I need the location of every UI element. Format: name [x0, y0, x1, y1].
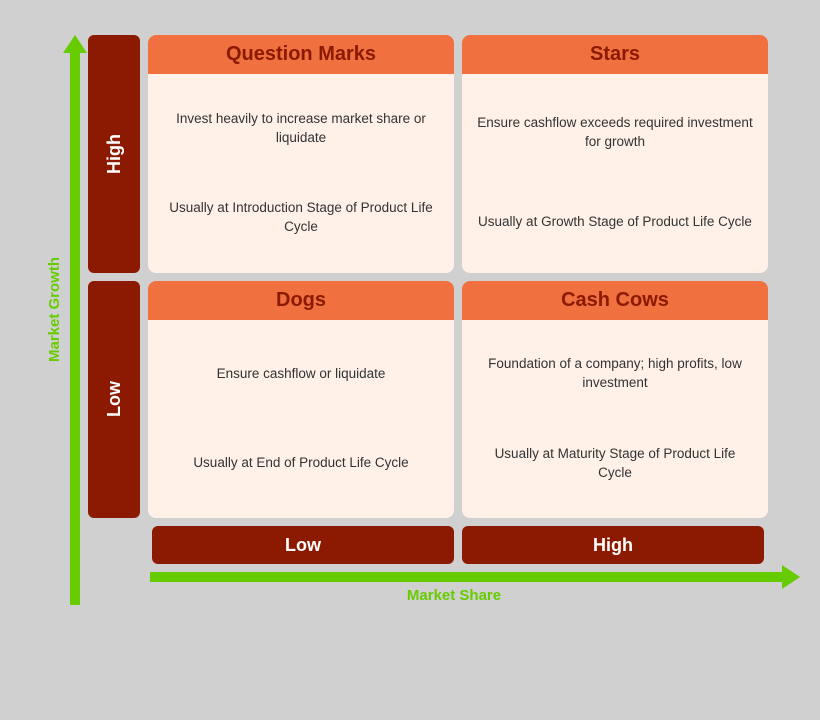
bottom-labels: Low High	[88, 526, 768, 564]
y-axis-arrow	[66, 35, 84, 610]
stars-body: Ensure cashflow exceeds required investm…	[462, 74, 768, 273]
rows-container: High Question Marks Invest heavily to in…	[88, 35, 768, 526]
stars-header: Stars	[462, 35, 768, 74]
question-marks-title: Question Marks	[226, 43, 376, 65]
high-share-label: High	[462, 526, 764, 564]
low-share-text: Low	[285, 535, 321, 556]
high-row: High Question Marks Invest heavily to in…	[88, 35, 768, 281]
dogs-title: Dogs	[276, 289, 326, 311]
dogs-line1: Ensure cashflow or liquidate	[162, 365, 440, 384]
x-axis-label-container: Market Share	[88, 587, 768, 605]
grid-area: High Question Marks Invest heavily to in…	[88, 35, 768, 605]
stars-line1: Ensure cashflow exceeds required investm…	[476, 114, 754, 152]
stars-title: Stars	[590, 43, 640, 65]
question-marks-line1: Invest heavily to increase market share …	[162, 110, 440, 148]
dogs-line2: Usually at End of Product Life Cycle	[162, 454, 440, 473]
cash-cows-body: Foundation of a company; high profits, l…	[462, 320, 768, 519]
high-cells: Question Marks Invest heavily to increas…	[148, 35, 768, 281]
y-axis-text: Market Growth	[46, 257, 63, 362]
stars-cell: Stars Ensure cashflow exceeds required i…	[462, 35, 768, 273]
x-axis-label: Market Share	[407, 587, 501, 604]
low-share-label: Low	[152, 526, 454, 564]
low-row-label: Low	[88, 281, 140, 519]
x-axis-arrow	[150, 568, 800, 586]
cash-cows-line2: Usually at Maturity Stage of Product Lif…	[476, 445, 754, 483]
question-marks-body: Invest heavily to increase market share …	[148, 74, 454, 273]
stars-line2: Usually at Growth Stage of Product Life …	[476, 213, 754, 232]
bcg-matrix: Market Growth High Question Marks	[40, 25, 780, 695]
dogs-header: Dogs	[148, 281, 454, 320]
dogs-cell: Dogs Ensure cashflow or liquidate Usuall…	[148, 281, 454, 519]
question-marks-cell: Question Marks Invest heavily to increas…	[148, 35, 454, 273]
low-cells: Dogs Ensure cashflow or liquidate Usuall…	[148, 281, 768, 527]
x-axis-container	[88, 568, 768, 587]
cash-cows-header: Cash Cows	[462, 281, 768, 320]
high-row-label: High	[88, 35, 140, 273]
dogs-body: Ensure cashflow or liquidate Usually at …	[148, 320, 454, 519]
cash-cows-title: Cash Cows	[561, 289, 669, 311]
y-axis-label: Market Growth	[40, 25, 68, 595]
low-label-text: Low	[104, 381, 125, 417]
question-marks-header: Question Marks	[148, 35, 454, 74]
high-label-text: High	[104, 134, 125, 174]
high-share-text: High	[593, 535, 633, 556]
cash-cows-cell: Cash Cows Foundation of a company; high …	[462, 281, 768, 519]
low-row: Low Dogs Ensure cashflow or liquidate Us…	[88, 281, 768, 527]
question-marks-line2: Usually at Introduction Stage of Product…	[162, 199, 440, 237]
cash-cows-line1: Foundation of a company; high profits, l…	[476, 355, 754, 393]
